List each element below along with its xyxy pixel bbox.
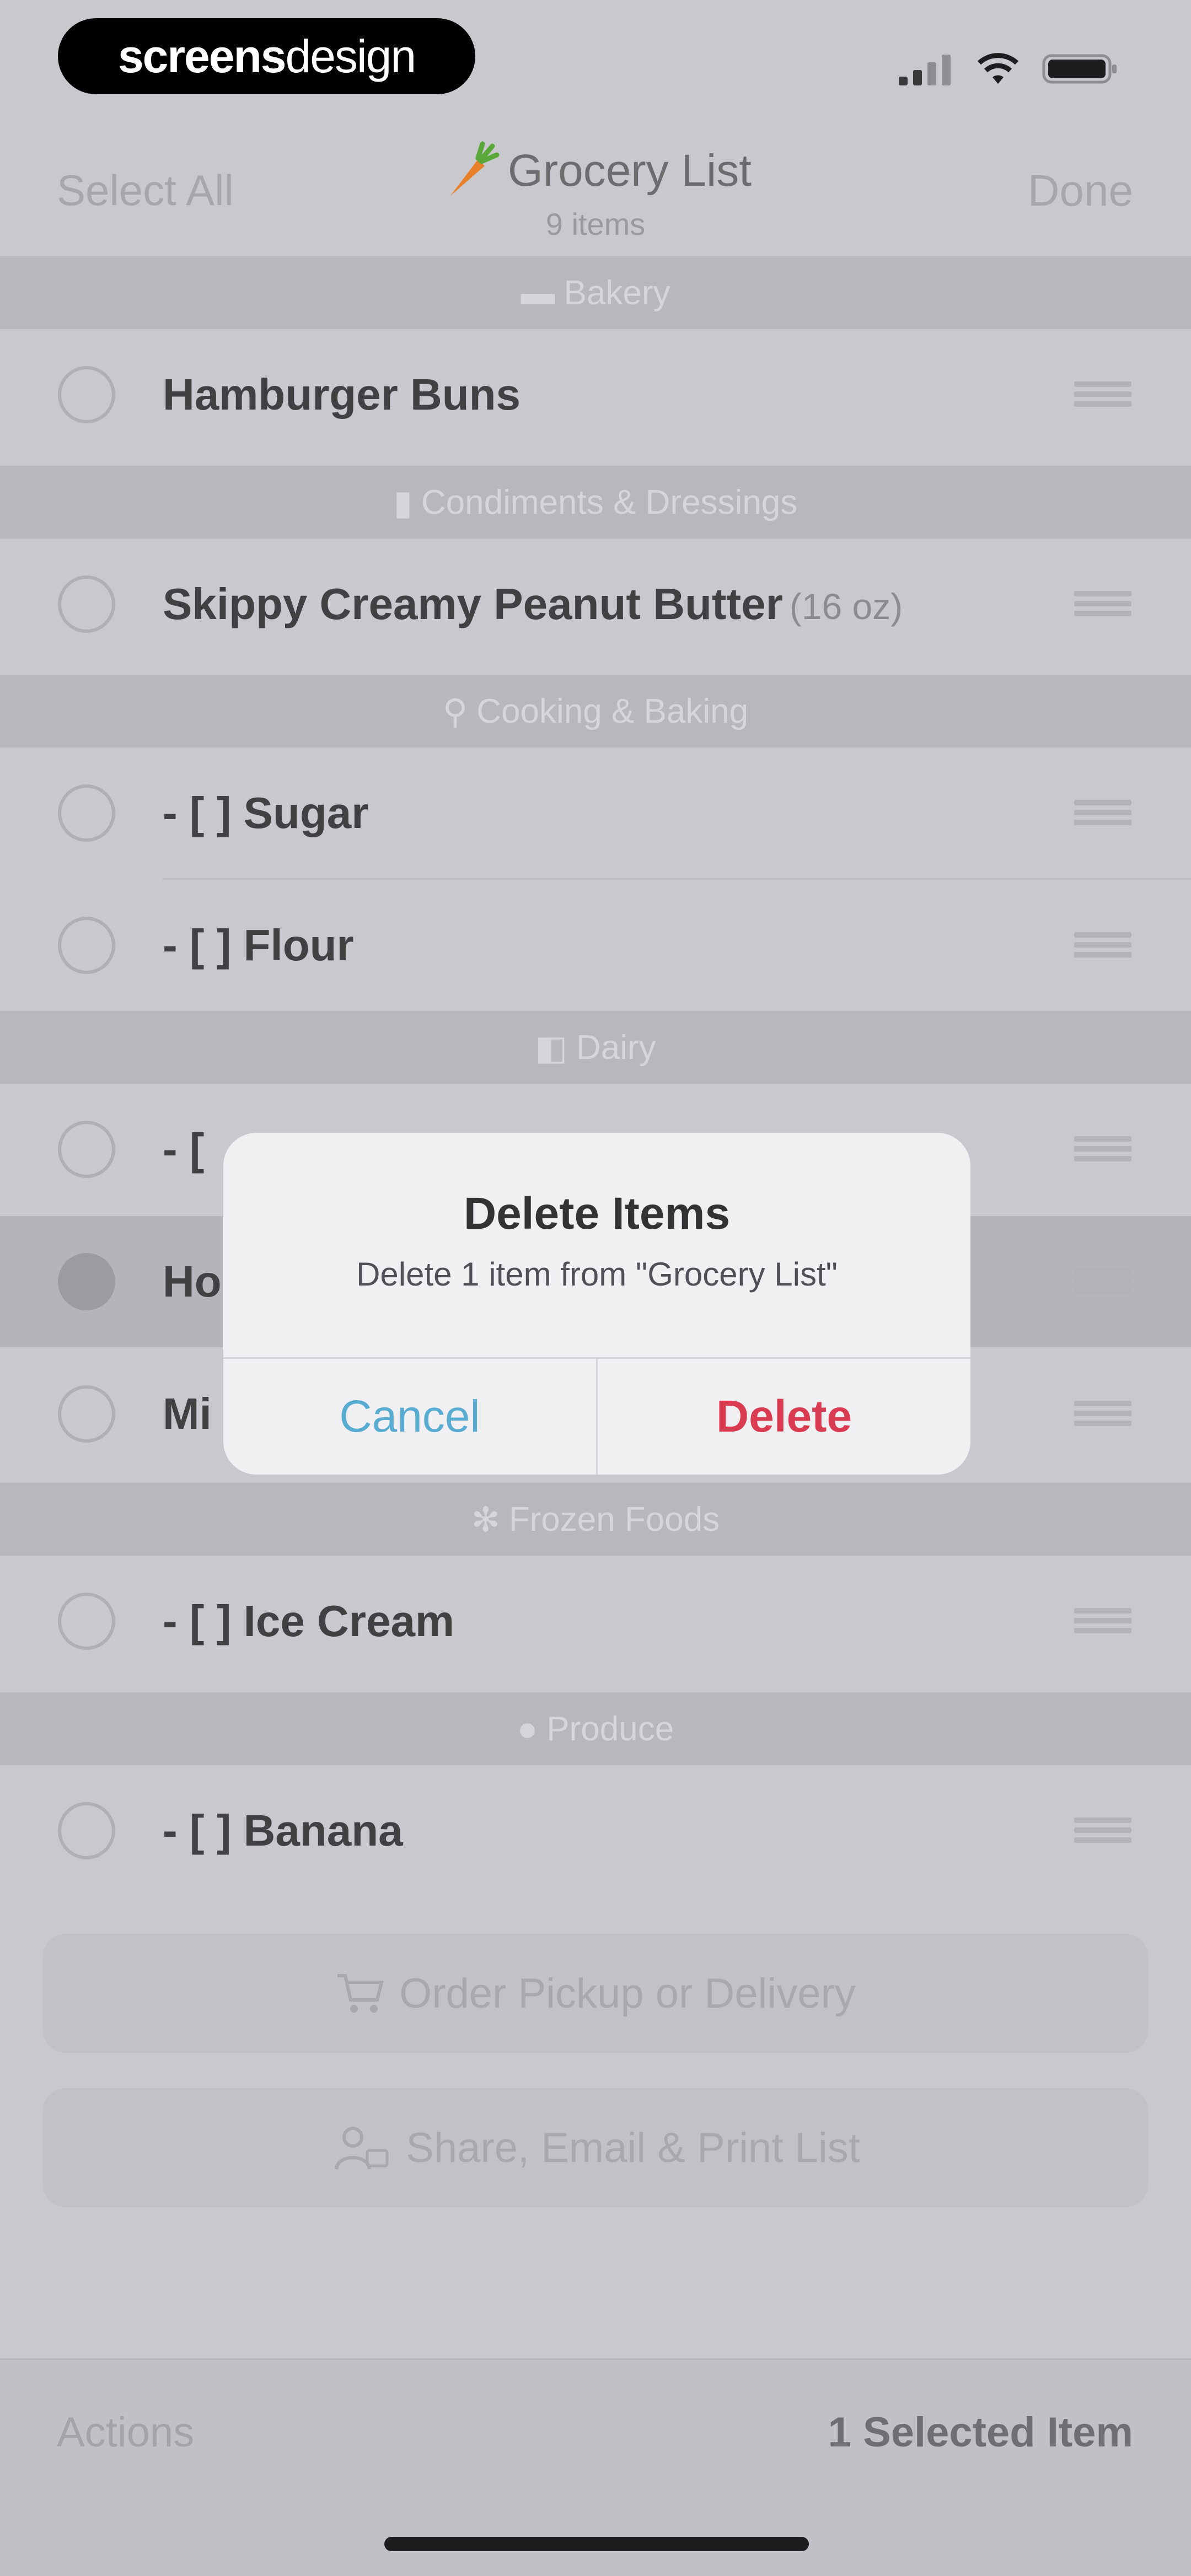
reorder-handle-icon[interactable] (1074, 377, 1131, 412)
cheese-icon: ◧ (535, 1029, 567, 1067)
item-label: - [ (163, 1125, 205, 1174)
status-icons (899, 47, 1119, 91)
section-header-frozen: ✻ Frozen Foods (0, 1483, 1191, 1556)
reorder-handle-icon[interactable] (1074, 1396, 1131, 1432)
selected-count: 1 Selected Item (828, 2409, 1133, 2456)
checkbox[interactable] (58, 1121, 115, 1178)
bottle-icon: ▮ (393, 483, 412, 522)
delete-alert-dialog: Delete Items Delete 1 item from "Grocery… (223, 1133, 970, 1475)
battery-icon (1042, 54, 1117, 84)
share-list-label: Share, Email & Print List (406, 2124, 860, 2171)
share-people-icon (335, 2127, 389, 2170)
section-label: Produce (546, 1709, 674, 1748)
done-button[interactable]: Done (1028, 165, 1133, 216)
item-label: Ho (163, 1257, 222, 1306)
screen: screens design Select All Grocery List 9… (0, 0, 1191, 2576)
reorder-handle-icon[interactable] (1074, 587, 1131, 622)
item-quantity: (16 oz) (789, 586, 903, 627)
section-header-bakery: ▬ Bakery (0, 256, 1191, 329)
item-label: Mi (163, 1389, 212, 1438)
reorder-handle-icon[interactable] (1074, 1132, 1131, 1167)
reorder-handle-icon[interactable] (1074, 928, 1131, 963)
cancel-button[interactable]: Cancel (223, 1359, 596, 1475)
section-label: Dairy (576, 1028, 656, 1067)
reorder-handle-icon[interactable] (1074, 1264, 1131, 1299)
whisk-icon: ⚲ (442, 692, 468, 731)
cart-icon (337, 1974, 384, 2013)
section-header-condiments: ▮ Condiments & Dressings (0, 466, 1191, 539)
brand-strong: screens (117, 30, 287, 82)
item-label: Hamburger Buns (163, 370, 521, 419)
reorder-handle-icon[interactable] (1074, 1604, 1131, 1639)
brand-light: design (285, 30, 417, 82)
signal-icon (899, 55, 951, 85)
checkbox[interactable] (58, 366, 115, 423)
section-label: Frozen Foods (508, 1500, 720, 1539)
checkbox[interactable] (58, 1802, 115, 1859)
home-indicator[interactable] (384, 2537, 809, 2551)
checkbox[interactable] (58, 576, 115, 633)
section-label: Bakery (564, 273, 670, 312)
alert-title: Delete Items (463, 1188, 731, 1239)
nav-subtitle: 9 items (545, 207, 646, 241)
wifi-icon (977, 53, 1019, 84)
snowflake-icon: ✻ (471, 1501, 500, 1539)
order-pickup-label: Order Pickup or Delivery (399, 1970, 856, 2017)
bread-icon: ▬ (521, 273, 555, 312)
section-header-cooking: ⚲ Cooking & Baking (0, 675, 1191, 747)
item-label: - [ ] Banana (163, 1806, 403, 1855)
section-header-dairy: ◧ Dairy (0, 1011, 1191, 1084)
share-list-button[interactable]: Share, Email & Print List (43, 2088, 1148, 2207)
reorder-handle-icon[interactable] (1074, 795, 1131, 831)
list-item[interactable]: - [ ] Sugar (0, 747, 1191, 879)
delete-button[interactable]: Delete (598, 1359, 970, 1475)
nav-title: Grocery List (508, 146, 752, 196)
section-label: Cooking & Baking (476, 692, 749, 730)
checkbox[interactable] (58, 1385, 115, 1443)
order-pickup-button[interactable]: Order Pickup or Delivery (43, 1934, 1148, 2053)
alert-message: Delete 1 item from "Grocery List" (356, 1256, 838, 1293)
item-label: - [ ] Flour (163, 921, 354, 970)
checkbox[interactable] (58, 1593, 115, 1650)
reorder-handle-icon[interactable] (1074, 1813, 1131, 1848)
apple-icon: ● (517, 1709, 538, 1748)
item-label: - [ ] Ice Cream (163, 1596, 455, 1645)
brand-watermark: screens design (58, 18, 475, 94)
list-item[interactable]: Skippy Creamy Peanut Butter (16 oz) (0, 539, 1191, 670)
list-item[interactable]: - [ ] Ice Cream (0, 1556, 1191, 1687)
list-item[interactable]: - [ ] Banana (0, 1765, 1191, 1896)
list-item[interactable]: Hamburger Buns (0, 329, 1191, 460)
checkbox[interactable] (58, 784, 115, 842)
checkbox-checked[interactable] (58, 1253, 115, 1310)
checkbox[interactable] (58, 917, 115, 974)
list-item[interactable]: - [ ] Flour (0, 880, 1191, 1011)
nav-title-block: Grocery List 9 items (0, 141, 1191, 242)
section-label: Condiments & Dressings (421, 483, 798, 521)
carrot-icon (450, 141, 500, 196)
item-label: - [ ] Sugar (163, 788, 369, 837)
item-label: Skippy Creamy Peanut Butter (16 oz) (163, 579, 903, 628)
actions-button[interactable]: Actions (57, 2408, 194, 2456)
section-header-produce: ● Produce (0, 1692, 1191, 1765)
